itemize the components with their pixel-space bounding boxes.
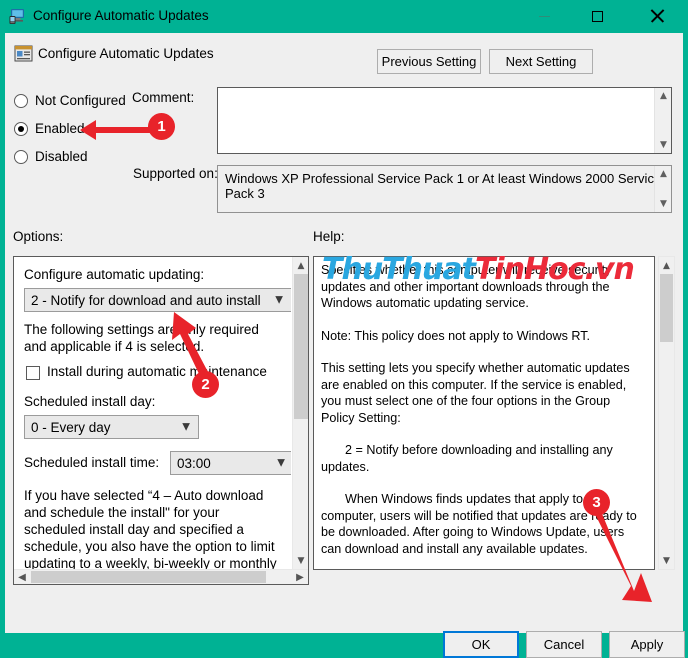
help-paragraph: 2 = Notify before downloading and instal… [321, 443, 613, 474]
ok-button[interactable]: OK [443, 631, 519, 658]
minimize-button[interactable] [521, 0, 567, 32]
scheduled-time-value: 03:00 [177, 455, 211, 471]
install-maintenance-label: Install during automatic maintenance [47, 364, 267, 379]
install-maintenance-checkbox[interactable]: Install during automatic maintenance [24, 364, 281, 384]
configure-updating-label: Configure automatic updating: [24, 267, 205, 282]
scroll-right-icon[interactable]: ▶ [292, 570, 308, 584]
scroll-up-icon[interactable]: ▲ [655, 88, 672, 104]
checkbox-indicator [26, 366, 40, 380]
configure-updating-dropdown[interactable]: 2 - Notify for download and auto install… [24, 288, 291, 312]
scheduled-day-value: 0 - Every day [31, 419, 111, 435]
scroll-down-icon[interactable]: ▼ [659, 552, 674, 569]
help-content: Specifies whether this computer will rec… [314, 257, 654, 569]
annotation-badge-1: 1 [148, 113, 175, 140]
scheduled-time-row: Scheduled install time: 03:00 ▼ [24, 451, 291, 477]
dialog-client-area: Configure Automatic Updates Previous Set… [5, 33, 685, 658]
options-panel: Configure automatic updating: 2 - Notify… [13, 256, 309, 585]
supported-on-field: Windows XP Professional Service Pack 1 o… [217, 165, 672, 213]
help-paragraph: This setting lets you specify whether au… [321, 361, 630, 425]
help-paragraph: Note: This policy does not apply to Wind… [321, 328, 591, 343]
options-content: Configure automatic updating: 2 - Notify… [14, 257, 291, 569]
window-title: Configure Automatic Updates [33, 8, 209, 23]
help-section-label: Help: [313, 229, 345, 244]
radio-label-disabled: Disabled [35, 149, 88, 164]
title-bar: Configure Automatic Updates [0, 0, 688, 33]
options-section-label: Options: [13, 229, 64, 244]
scroll-down-icon[interactable]: ▼ [655, 196, 671, 212]
policy-setting-icon [14, 44, 33, 63]
next-setting-label: Next Setting [505, 54, 577, 69]
scrollbar-thumb[interactable] [294, 274, 308, 419]
help-panel: Specifies whether this computer will rec… [313, 256, 655, 570]
comment-label: Comment: [132, 90, 195, 105]
scroll-up-icon[interactable]: ▲ [659, 257, 674, 274]
annotation-badge-2: 2 [192, 371, 219, 398]
chevron-down-icon: ▼ [275, 294, 283, 306]
options-horizontal-scrollbar[interactable]: ◀ ▶ [14, 569, 308, 584]
close-button[interactable] [634, 0, 680, 32]
next-setting-button[interactable]: Next Setting [489, 49, 593, 74]
comment-scrollbar[interactable]: ▲ ▼ [654, 88, 671, 153]
configure-updating-value: 2 - Notify for download and auto install [31, 292, 261, 308]
scheduled-time-dropdown-wrap: 03:00 ▼ [170, 451, 291, 475]
ok-label: OK [471, 637, 491, 652]
cancel-button[interactable]: Cancel [526, 631, 602, 658]
radio-indicator-disabled [14, 150, 28, 164]
page-title: Configure Automatic Updates [38, 46, 214, 61]
scroll-up-icon[interactable]: ▲ [293, 257, 309, 274]
scrollbar-thumb[interactable] [31, 571, 266, 583]
scheduled-time-label: Scheduled install time: [24, 455, 160, 470]
comment-input[interactable]: ▲ ▼ [217, 87, 672, 154]
previous-setting-button[interactable]: Previous Setting [377, 49, 481, 74]
scrollbar-thumb[interactable] [660, 274, 673, 342]
maximize-button[interactable] [574, 0, 620, 32]
radio-indicator-enabled [14, 122, 28, 136]
help-vertical-scrollbar[interactable]: ▲ ▼ [658, 256, 675, 570]
cancel-label: Cancel [543, 637, 585, 652]
options-note: The following settings are only required… [24, 322, 259, 354]
options-footer-note: If you have selected “4 – Auto download … [24, 488, 277, 569]
scroll-left-icon[interactable]: ◀ [14, 570, 30, 584]
chevron-down-icon: ▼ [182, 421, 190, 433]
close-icon [650, 9, 664, 23]
minimize-icon [538, 15, 550, 17]
scheduled-day-label: Scheduled install day: [24, 394, 156, 409]
scroll-up-icon[interactable]: ▲ [655, 166, 671, 182]
scroll-down-icon[interactable]: ▼ [293, 552, 309, 569]
scheduled-time-dropdown[interactable]: 03:00 ▼ [170, 451, 291, 475]
computer-monitor-icon [9, 8, 27, 25]
chevron-down-icon: ▼ [277, 457, 285, 469]
annotation-badge-3: 3 [583, 489, 610, 516]
supported-on-label: Supported on: [133, 166, 218, 181]
options-vertical-scrollbar[interactable]: ▲ ▼ [292, 257, 308, 569]
apply-label: Apply [630, 637, 664, 652]
apply-button[interactable]: Apply [609, 631, 685, 658]
dialog-window: Configure Automatic Updates Configure Au… [0, 0, 688, 658]
scroll-down-icon[interactable]: ▼ [655, 137, 672, 153]
supported-on-scrollbar[interactable]: ▲ ▼ [654, 166, 671, 212]
scheduled-day-dropdown[interactable]: 0 - Every day ▼ [24, 415, 199, 439]
maximize-icon [591, 10, 603, 22]
radio-indicator-not-configured [14, 94, 28, 108]
help-paragraph: Specifies whether this computer will rec… [321, 263, 612, 310]
supported-on-value: Windows XP Professional Service Pack 1 o… [225, 171, 662, 201]
previous-setting-label: Previous Setting [381, 54, 477, 69]
radio-label-enabled: Enabled [35, 121, 85, 136]
radio-label-not-configured: Not Configured [35, 93, 126, 108]
